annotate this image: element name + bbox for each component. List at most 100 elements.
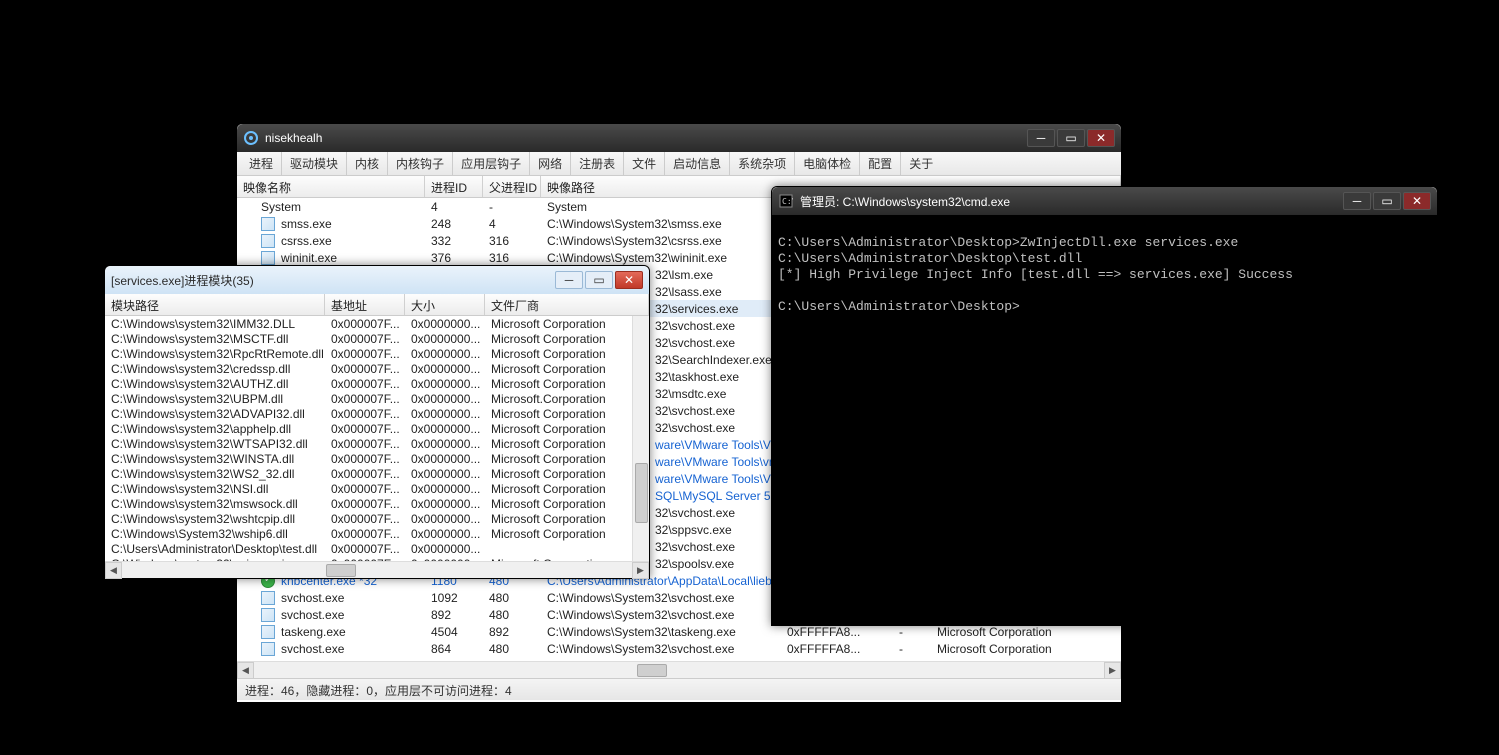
col-vendor[interactable]: 文件厂商 bbox=[485, 294, 649, 315]
cell-module-path: C:\Windows\system32\mswsock.dll bbox=[105, 496, 325, 512]
cell-size: 0x0000000... bbox=[405, 541, 485, 557]
modules-table-body[interactable]: C:\Windows\system32\IMM32.DLL0x000007F..… bbox=[105, 316, 649, 561]
app-file-icon bbox=[261, 591, 275, 605]
cell-name: smss.exe bbox=[237, 216, 425, 232]
cell-name: csrss.exe bbox=[237, 233, 425, 249]
menu-item-5[interactable]: 网络 bbox=[530, 152, 571, 175]
table-row[interactable]: C:\Windows\system32\credssp.dll0x000007F… bbox=[105, 361, 649, 376]
scroll-right-icon[interactable]: ▶ bbox=[632, 562, 649, 579]
cell-vendor: Microsoft Corporation bbox=[485, 466, 649, 482]
minimize-button[interactable]: ─ bbox=[1027, 129, 1055, 147]
cell-base: 0x000007F... bbox=[325, 451, 405, 467]
cell-name: taskeng.exe bbox=[237, 624, 425, 640]
cell-size: 0x0000000... bbox=[405, 466, 485, 482]
menu-item-6[interactable]: 注册表 bbox=[571, 152, 624, 175]
cell-base: 0x000007F... bbox=[325, 316, 405, 332]
menu-item-0[interactable]: 进程 bbox=[241, 152, 282, 175]
col-ppid[interactable]: 父进程ID bbox=[483, 176, 541, 197]
cell-base: 0x000007F... bbox=[325, 436, 405, 452]
cell-pid: 892 bbox=[425, 607, 483, 623]
menu-item-3[interactable]: 内核钩子 bbox=[388, 152, 453, 175]
table-row[interactable]: C:\Windows\system32\MSCTF.dll0x000007F..… bbox=[105, 331, 649, 346]
maximize-button[interactable]: ▭ bbox=[1057, 129, 1085, 147]
cell-vendor: Microsoft Corporation bbox=[485, 481, 649, 497]
menu-item-10[interactable]: 电脑体检 bbox=[795, 152, 860, 175]
main-menubar: 进程驱动模块内核内核钩子应用层钩子网络注册表文件启动信息系统杂项电脑体检配置关于 bbox=[237, 152, 1121, 176]
table-row[interactable]: C:\Windows\system32\mswsock.dll0x000007F… bbox=[105, 496, 649, 511]
table-row[interactable]: C:\Windows\System32\wship6.dll0x000007F.… bbox=[105, 526, 649, 541]
table-row[interactable]: C:\Windows\system32\RpcRtRemote.dll0x000… bbox=[105, 346, 649, 361]
cell-pid: 4504 bbox=[425, 624, 483, 640]
cell-module-path: C:\Windows\system32\RpcRtRemote.dll bbox=[105, 346, 325, 362]
table-row[interactable]: C:\Windows\system32\IMM32.DLL0x000007F..… bbox=[105, 316, 649, 331]
table-row[interactable]: C:\Windows\system32\WTSAPI32.dll0x000007… bbox=[105, 436, 649, 451]
cell-name: svchost.exe bbox=[237, 607, 425, 623]
cell-path: ware\VMware Tools\VM bbox=[649, 471, 787, 487]
cell-base: 0x000007F... bbox=[325, 346, 405, 362]
table-row[interactable]: C:\Users\Administrator\Desktop\test.dll 0… bbox=[105, 541, 649, 556]
cmd-close-button[interactable]: ✕ bbox=[1403, 192, 1431, 210]
table-row[interactable]: C:\Windows\system32\apphelp.dll0x000007F… bbox=[105, 421, 649, 436]
cell-module-path: C:\Windows\system32\IMM32.DLL bbox=[105, 316, 325, 332]
table-row[interactable]: C:\Windows\system32\wshtcpip.dll0x000007… bbox=[105, 511, 649, 526]
modules-titlebar[interactable]: [services.exe]进程模块(35) ─ ▭ ✕ bbox=[105, 266, 649, 294]
v-scrollbar[interactable] bbox=[632, 316, 649, 561]
cell-size: 0x0000000... bbox=[405, 421, 485, 437]
col-pid[interactable]: 进程ID bbox=[425, 176, 483, 197]
cmd-minimize-button[interactable]: ─ bbox=[1343, 192, 1371, 210]
cmd-output[interactable]: C:\Users\Administrator\Desktop>ZwInjectD… bbox=[772, 215, 1437, 625]
menu-item-7[interactable]: 文件 bbox=[624, 152, 665, 175]
close-button[interactable]: ✕ bbox=[1087, 129, 1115, 147]
cell-vendor: Microsoft Corporation bbox=[485, 511, 649, 527]
modules-h-scrollbar[interactable]: ◀ ▶ bbox=[105, 561, 649, 578]
cell-path: 32\SearchIndexer.exe bbox=[649, 352, 778, 368]
scroll-left-icon[interactable]: ◀ bbox=[237, 662, 254, 679]
cell-size: 0x0000000... bbox=[405, 526, 485, 542]
app-file-icon bbox=[261, 608, 275, 622]
cell-module-path: C:\Users\Administrator\Desktop\test.dll bbox=[105, 541, 325, 557]
modules-minimize-button[interactable]: ─ bbox=[555, 271, 583, 289]
col-image-name[interactable]: 映像名称 bbox=[237, 176, 425, 197]
table-row[interactable]: C:\Windows\system32\WS2_32.dll0x000007F.… bbox=[105, 466, 649, 481]
cell-path: 32\svchost.exe bbox=[649, 505, 741, 521]
main-titlebar[interactable]: nisekhealh ─ ▭ ✕ bbox=[237, 124, 1121, 152]
cell-pid: 332 bbox=[425, 233, 483, 249]
cell-path: System bbox=[541, 199, 781, 215]
cell-pid: 4 bbox=[425, 199, 483, 215]
table-row[interactable]: C:\Windows\system32\AUTHZ.dll0x000007F..… bbox=[105, 376, 649, 391]
cmd-maximize-button[interactable]: ▭ bbox=[1373, 192, 1401, 210]
scroll-left-icon[interactable]: ◀ bbox=[105, 562, 122, 579]
cell-module-path: C:\Windows\system32\ADVAPI32.dll bbox=[105, 406, 325, 422]
menu-item-9[interactable]: 系统杂项 bbox=[730, 152, 795, 175]
table-row[interactable]: svchost.exe864480C:\Windows\System32\svc… bbox=[237, 640, 1121, 657]
modules-maximize-button[interactable]: ▭ bbox=[585, 271, 613, 289]
cell-base: 0x000007F... bbox=[325, 466, 405, 482]
table-row[interactable]: C:\Windows\system32\ADVAPI32.dll0x000007… bbox=[105, 406, 649, 421]
menu-item-2[interactable]: 内核 bbox=[347, 152, 388, 175]
menu-item-4[interactable]: 应用层钩子 bbox=[453, 152, 530, 175]
table-row[interactable]: C:\Windows\system32\WINSTA.dll0x000007F.… bbox=[105, 451, 649, 466]
scroll-right-icon[interactable]: ▶ bbox=[1104, 662, 1121, 679]
menu-item-11[interactable]: 配置 bbox=[860, 152, 901, 175]
app-file-icon bbox=[261, 217, 275, 231]
modules-title: [services.exe]进程模块(35) bbox=[111, 272, 555, 289]
cell-extra: 0xFFFFFA8... bbox=[781, 641, 871, 657]
menu-item-12[interactable]: 关于 bbox=[901, 152, 941, 175]
col-size[interactable]: 大小 bbox=[405, 294, 485, 315]
cell-path: ware\VMware Tools\VM bbox=[649, 437, 787, 453]
menu-item-1[interactable]: 驱动模块 bbox=[282, 152, 347, 175]
table-row[interactable]: C:\Windows\system32\NSI.dll0x000007F...0… bbox=[105, 481, 649, 496]
cmd-titlebar[interactable]: C:\ 管理员: C:\Windows\system32\cmd.exe ─ ▭… bbox=[772, 187, 1437, 215]
col-base-addr[interactable]: 基地址 bbox=[325, 294, 405, 315]
cell-path: C:\Windows\System32\wininit.exe bbox=[541, 250, 781, 266]
h-scrollbar[interactable]: ◀ ▶ bbox=[237, 661, 1121, 678]
cell-path: C:\Windows\System32\svchost.exe bbox=[541, 641, 781, 657]
modules-close-button[interactable]: ✕ bbox=[615, 271, 643, 289]
cell-base: 0x000007F... bbox=[325, 496, 405, 512]
menu-item-8[interactable]: 启动信息 bbox=[665, 152, 730, 175]
cell-vendor: Microsoft Corporation bbox=[485, 361, 649, 377]
cell-vendor: Microsoft.Corporation bbox=[485, 391, 649, 407]
table-row[interactable]: C:\Windows\system32\UBPM.dll0x000007F...… bbox=[105, 391, 649, 406]
col-module-path[interactable]: 模块路径 bbox=[105, 294, 325, 315]
main-title: nisekhealh bbox=[265, 131, 1027, 145]
